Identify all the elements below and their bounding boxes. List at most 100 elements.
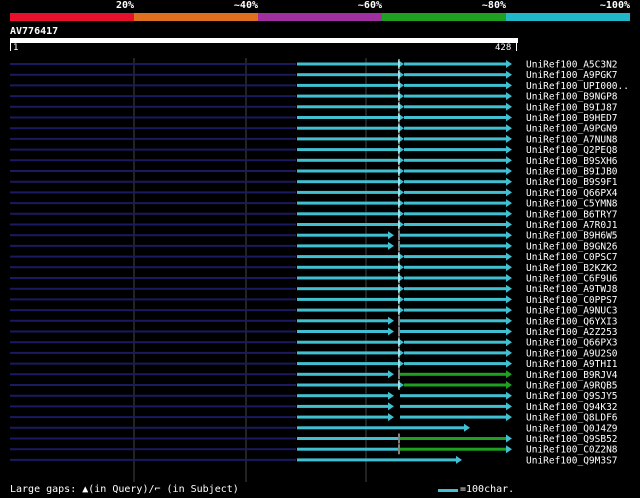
hit-segment-b-4 [404,94,506,98]
hit-label-22[interactable]: UniRef100_A9TWJ8 [526,284,618,295]
hit-label-24[interactable]: UniRef100_A9NUC3 [526,306,618,317]
hit-arrow-b-2 [506,70,512,79]
hit-segment-a-12 [297,180,398,184]
length-legend-swatch [438,489,458,492]
hit-label-20[interactable]: UniRef100_B2KZK2 [526,263,618,274]
hit-segment-a-29 [297,362,398,366]
hit-label-12[interactable]: UniRef100_B9S9F1 [526,177,618,188]
hit-label-15[interactable]: UniRef100_B6TRY7 [526,209,618,220]
hit-segment-b-27 [404,340,506,344]
hit-label-30[interactable]: UniRef100_B9RJV4 [526,370,618,381]
hit-arrow-b-6 [506,113,512,122]
hit-segment-a-20 [297,265,398,269]
hit-arrow-b-4 [506,92,512,101]
hit-label-32[interactable]: UniRef100_Q9SJY5 [526,391,618,402]
hit-arrow-a-38 [456,455,462,464]
hit-segment-a-21 [297,276,398,280]
hit-label-8[interactable]: UniRef100_A7NUN8 [526,134,618,145]
hit-label-13[interactable]: UniRef100_Q66PX4 [526,188,618,199]
hit-label-3[interactable]: UniRef100_UPI000.. [526,81,629,92]
hit-label-9[interactable]: UniRef100_Q2PEQ8 [526,145,618,156]
hit-arrow-b-17 [506,231,512,240]
hit-label-6[interactable]: UniRef100_B9HED7 [526,113,618,124]
hit-arrow-b-19 [506,252,512,261]
hit-segment-a-15 [297,212,398,216]
hit-label-25[interactable]: UniRef100_Q6YXI3 [526,316,618,327]
hit-label-17[interactable]: UniRef100_B9H6W5 [526,231,618,242]
hit-segment-b-9 [404,148,506,152]
hit-segment-a-33 [297,404,388,408]
hit-arrow-b-32 [506,391,512,400]
hit-arrow-b-24 [506,306,512,315]
hit-segment-a-11 [297,169,398,173]
hit-segment-a-13 [297,190,398,194]
hit-label-16[interactable]: UniRef100_A7R0J1 [526,220,618,231]
hit-label-38[interactable]: UniRef100_Q9M3S7 [526,455,618,466]
hit-label-37[interactable]: UniRef100_C0Z2N8 [526,445,618,456]
hit-label-23[interactable]: UniRef100_C0PPS7 [526,295,618,306]
hit-label-35[interactable]: UniRef100_Q0J4Z9 [526,423,618,434]
hit-label-1[interactable]: UniRef100_A5C3N2 [526,60,618,71]
hit-segment-a-2 [297,73,398,77]
hit-label-34[interactable]: UniRef100_Q8LDF6 [526,413,618,424]
hit-label-19[interactable]: UniRef100_C0PSC7 [526,252,618,263]
hit-label-36[interactable]: UniRef100_Q9SB52 [526,434,618,445]
hit-label-26[interactable]: UniRef100_A2Z253 [526,327,618,338]
hit-segment-a-14 [297,201,398,205]
hit-label-10[interactable]: UniRef100_B9SXH6 [526,156,618,167]
hit-arrow-b-28 [506,348,512,357]
hit-label-2[interactable]: UniRef100_A9PGK7 [526,70,618,81]
hit-label-33[interactable]: UniRef100_Q94K32 [526,402,618,413]
hit-segment-b-32 [400,394,506,398]
hit-label-28[interactable]: UniRef100_A9U2S0 [526,348,618,359]
hit-label-27[interactable]: UniRef100_Q66PX3 [526,338,618,349]
hit-arrow-b-15 [506,209,512,218]
hit-segment-b-15 [404,212,506,216]
hit-arrow-b-21 [506,274,512,282]
hit-segment-b-2 [404,73,506,77]
hit-segment-b-12 [404,180,506,184]
hit-segment-a-10 [297,158,398,162]
hit-label-11[interactable]: UniRef100_B9IJB0 [526,167,618,178]
hit-arrow-b-34 [506,413,512,422]
hit-label-31[interactable]: UniRef100_A9RQB5 [526,381,618,392]
hit-arrow-b-27 [506,338,512,347]
hit-segment-a-36 [297,437,398,440]
hit-segment-b-24 [404,308,506,312]
hits-plot: UniRef100_A5C3N2UniRef100_A9PGK7UniRef10… [10,58,629,482]
hit-segment-b-13 [404,190,506,194]
hit-segment-a-8 [297,137,398,141]
hit-arrow-b-36 [506,434,512,443]
hit-segment-b-37 [400,447,506,451]
hit-segment-b-29 [404,362,506,366]
hit-label-21[interactable]: UniRef100_C6F9U6 [526,274,618,285]
hit-label-29[interactable]: UniRef100_A9THI1 [526,359,618,370]
hit-segment-a-23 [297,297,398,301]
hit-label-18[interactable]: UniRef100_B9GN26 [526,241,618,252]
hit-label-4[interactable]: UniRef100_B9NGP8 [526,92,618,103]
hit-arrow-b-11 [506,167,512,175]
hit-arrow-b-30 [506,370,512,379]
hit-segment-b-14 [404,201,506,205]
hit-segment-a-7 [297,126,398,130]
hit-arrow-a-25 [388,316,394,325]
hit-segment-b-21 [404,276,506,280]
hit-arrow-a-17 [388,231,394,240]
hit-segment-a-28 [297,351,398,355]
hit-segment-b-8 [404,137,506,141]
hit-label-5[interactable]: UniRef100_B9IJ87 [526,102,618,113]
hit-arrow-b-1 [506,60,512,68]
hit-segment-a-35 [297,426,464,430]
hit-segment-b-6 [404,116,506,119]
hit-arrow-b-31 [506,381,512,389]
hit-segment-a-26 [297,330,388,333]
hit-segment-b-33 [400,404,506,408]
hit-arrow-b-9 [506,145,512,154]
hit-arrow-a-26 [388,327,394,336]
hit-arrow-b-25 [506,316,512,325]
hit-arrow-a-34 [388,413,394,422]
hit-segment-a-3 [297,83,398,87]
hit-label-7[interactable]: UniRef100_A9PGN9 [526,124,618,135]
hit-segment-b-28 [404,351,506,355]
hit-label-14[interactable]: UniRef100_C5YMN8 [526,199,618,210]
